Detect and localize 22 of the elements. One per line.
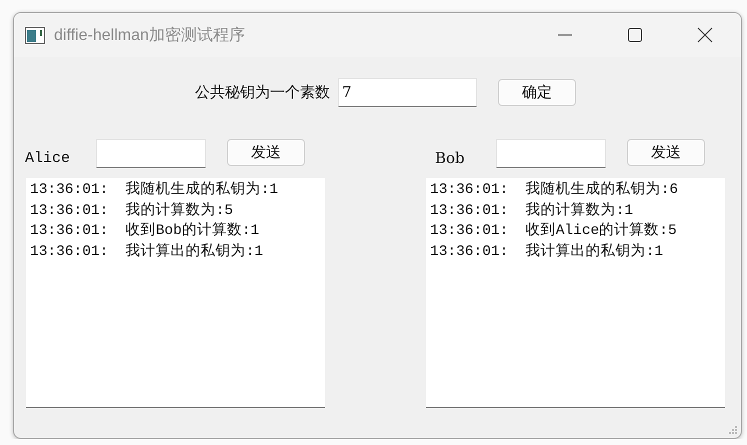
log-line: 13:36:01: 我计算出的私钥为:1 [30,242,264,262]
log-line: 13:36:01: 收到Alice的计算数:5 [430,221,678,241]
prime-label: 公共秘钥为一个素数 [195,82,330,102]
log-line: 13:36:01: 我的计算数为:5 [30,201,234,220]
resize-grip-icon[interactable] [728,425,738,435]
message-field[interactable] [96,139,206,168]
prime-field[interactable]: 7 [338,78,477,106]
maximize-icon[interactable] [627,27,643,43]
log-line: 13:36:01: 我随机生成的私钥为:6 [430,180,680,200]
send-button[interactable]: 发送 [627,139,705,166]
app-icon [25,26,45,44]
party-label: Alice [25,150,72,167]
party-label: Bob [435,149,466,167]
confirm-button[interactable]: 确定 [498,78,576,106]
window-title: diffie-hellman加密测试程序 [54,26,245,46]
send-button[interactable]: 发送 [227,139,305,166]
log-line: 13:36:01: 收到Bob的计算数:1 [30,221,260,241]
log-line: 13:36:01: 我计算出的私钥为:1 [430,242,664,262]
message-field[interactable] [496,139,606,168]
log-line: 13:36:01: 我随机生成的私钥为:1 [30,180,280,200]
close-icon[interactable] [697,27,713,43]
log-line: 13:36:01: 我的计算数为:1 [430,201,634,220]
